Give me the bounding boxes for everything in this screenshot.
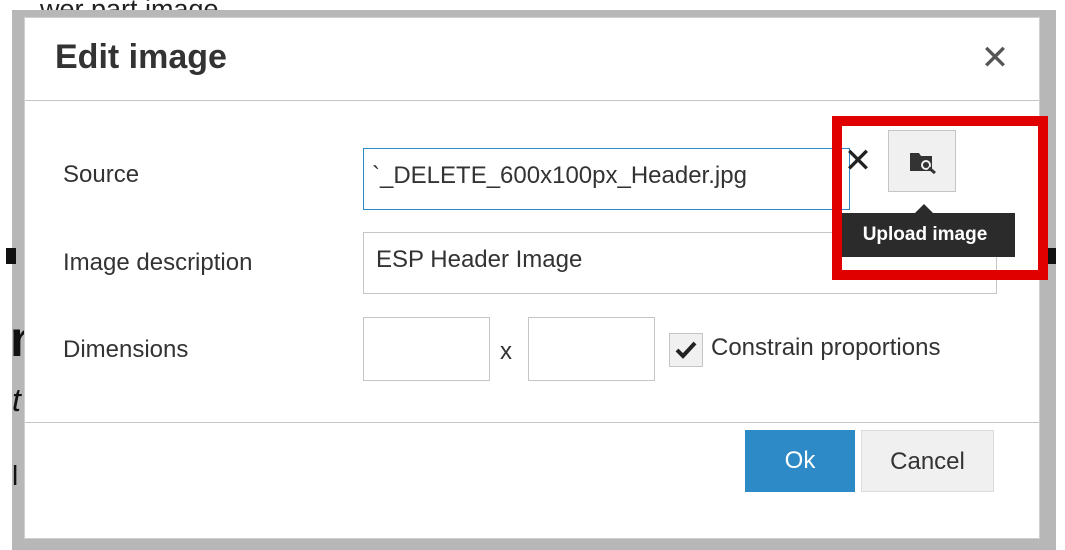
background-fragment: l bbox=[12, 460, 19, 491]
dimension-separator: x bbox=[500, 338, 512, 365]
image-description-value: ESP Header Image bbox=[376, 246, 583, 273]
source-input[interactable]: `_DELETE_600x100px_Header.jpg bbox=[363, 148, 850, 210]
upload-image-button[interactable] bbox=[888, 130, 956, 192]
clear-source-button[interactable]: ✕ bbox=[829, 130, 887, 192]
upload-image-tooltip: Upload image bbox=[835, 213, 1015, 257]
close-icon[interactable]: ✕ bbox=[975, 38, 1015, 78]
source-label: Source bbox=[63, 161, 140, 188]
constrain-proportions-label: Constrain proportions bbox=[711, 334, 941, 361]
background-fragment bbox=[6, 248, 16, 264]
image-description-label: Image description bbox=[63, 249, 253, 276]
width-input[interactable] bbox=[363, 317, 490, 381]
tooltip-arrow bbox=[915, 204, 933, 213]
background-fragment bbox=[1044, 248, 1056, 264]
ok-button[interactable]: Ok bbox=[745, 430, 855, 492]
browse-folder-icon bbox=[910, 153, 936, 174]
checkmark-icon bbox=[675, 341, 697, 359]
dialog-title: Edit image bbox=[55, 38, 227, 76]
background-fragment: t bbox=[12, 382, 21, 418]
source-input-value: `_DELETE_600x100px_Header.jpg bbox=[372, 162, 747, 189]
dimensions-label: Dimensions bbox=[63, 336, 189, 363]
constrain-proportions-checkbox[interactable] bbox=[669, 333, 703, 367]
cancel-button[interactable]: Cancel bbox=[861, 430, 994, 492]
height-input[interactable] bbox=[528, 317, 655, 381]
dialog-header: Edit image ✕ bbox=[25, 18, 1039, 101]
